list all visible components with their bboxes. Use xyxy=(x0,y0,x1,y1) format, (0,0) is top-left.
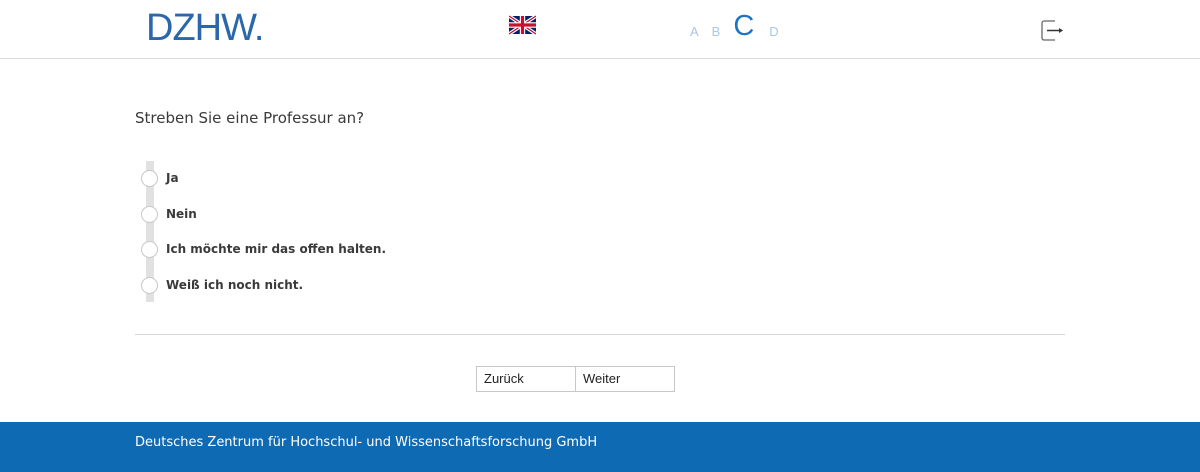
question-text: Streben Sie eine Professur an? xyxy=(135,109,365,127)
section-b: B xyxy=(711,24,721,39)
divider xyxy=(135,334,1065,335)
back-button[interactable]: Zurück xyxy=(476,366,576,392)
header: DZHW. A B C D xyxy=(0,0,1200,59)
section-a: A xyxy=(690,24,699,39)
footer-text: Deutsches Zentrum für Hochschul- und Wis… xyxy=(135,435,598,450)
radio-button[interactable] xyxy=(141,276,158,294)
section-c-active: C xyxy=(733,10,755,42)
option-offen-halten[interactable]: Ich möchte mir das offen halten. xyxy=(141,240,386,258)
exit-icon[interactable] xyxy=(1041,20,1064,41)
logo-text: DZHW xyxy=(146,7,255,49)
option-ja[interactable]: Ja xyxy=(141,169,179,187)
next-button[interactable]: Weiter xyxy=(575,366,675,392)
option-label: Ich möchte mir das offen halten. xyxy=(166,242,387,256)
radio-button[interactable] xyxy=(141,205,158,223)
option-nein[interactable]: Nein xyxy=(141,205,197,223)
dzhw-logo[interactable]: DZHW. xyxy=(146,7,265,49)
logo-dot: . xyxy=(253,7,265,49)
uk-flag-icon[interactable] xyxy=(509,15,536,35)
section-d: D xyxy=(769,24,779,39)
radio-button[interactable] xyxy=(141,240,158,258)
option-weiss-nicht[interactable]: Weiß ich noch nicht. xyxy=(141,276,303,294)
section-progress: A B C D xyxy=(690,12,792,44)
option-label: Nein xyxy=(166,207,197,221)
footer: Deutsches Zentrum für Hochschul- und Wis… xyxy=(0,422,1200,472)
option-label: Ja xyxy=(166,171,179,185)
radio-button[interactable] xyxy=(141,169,158,187)
option-label: Weiß ich noch nicht. xyxy=(166,278,304,292)
